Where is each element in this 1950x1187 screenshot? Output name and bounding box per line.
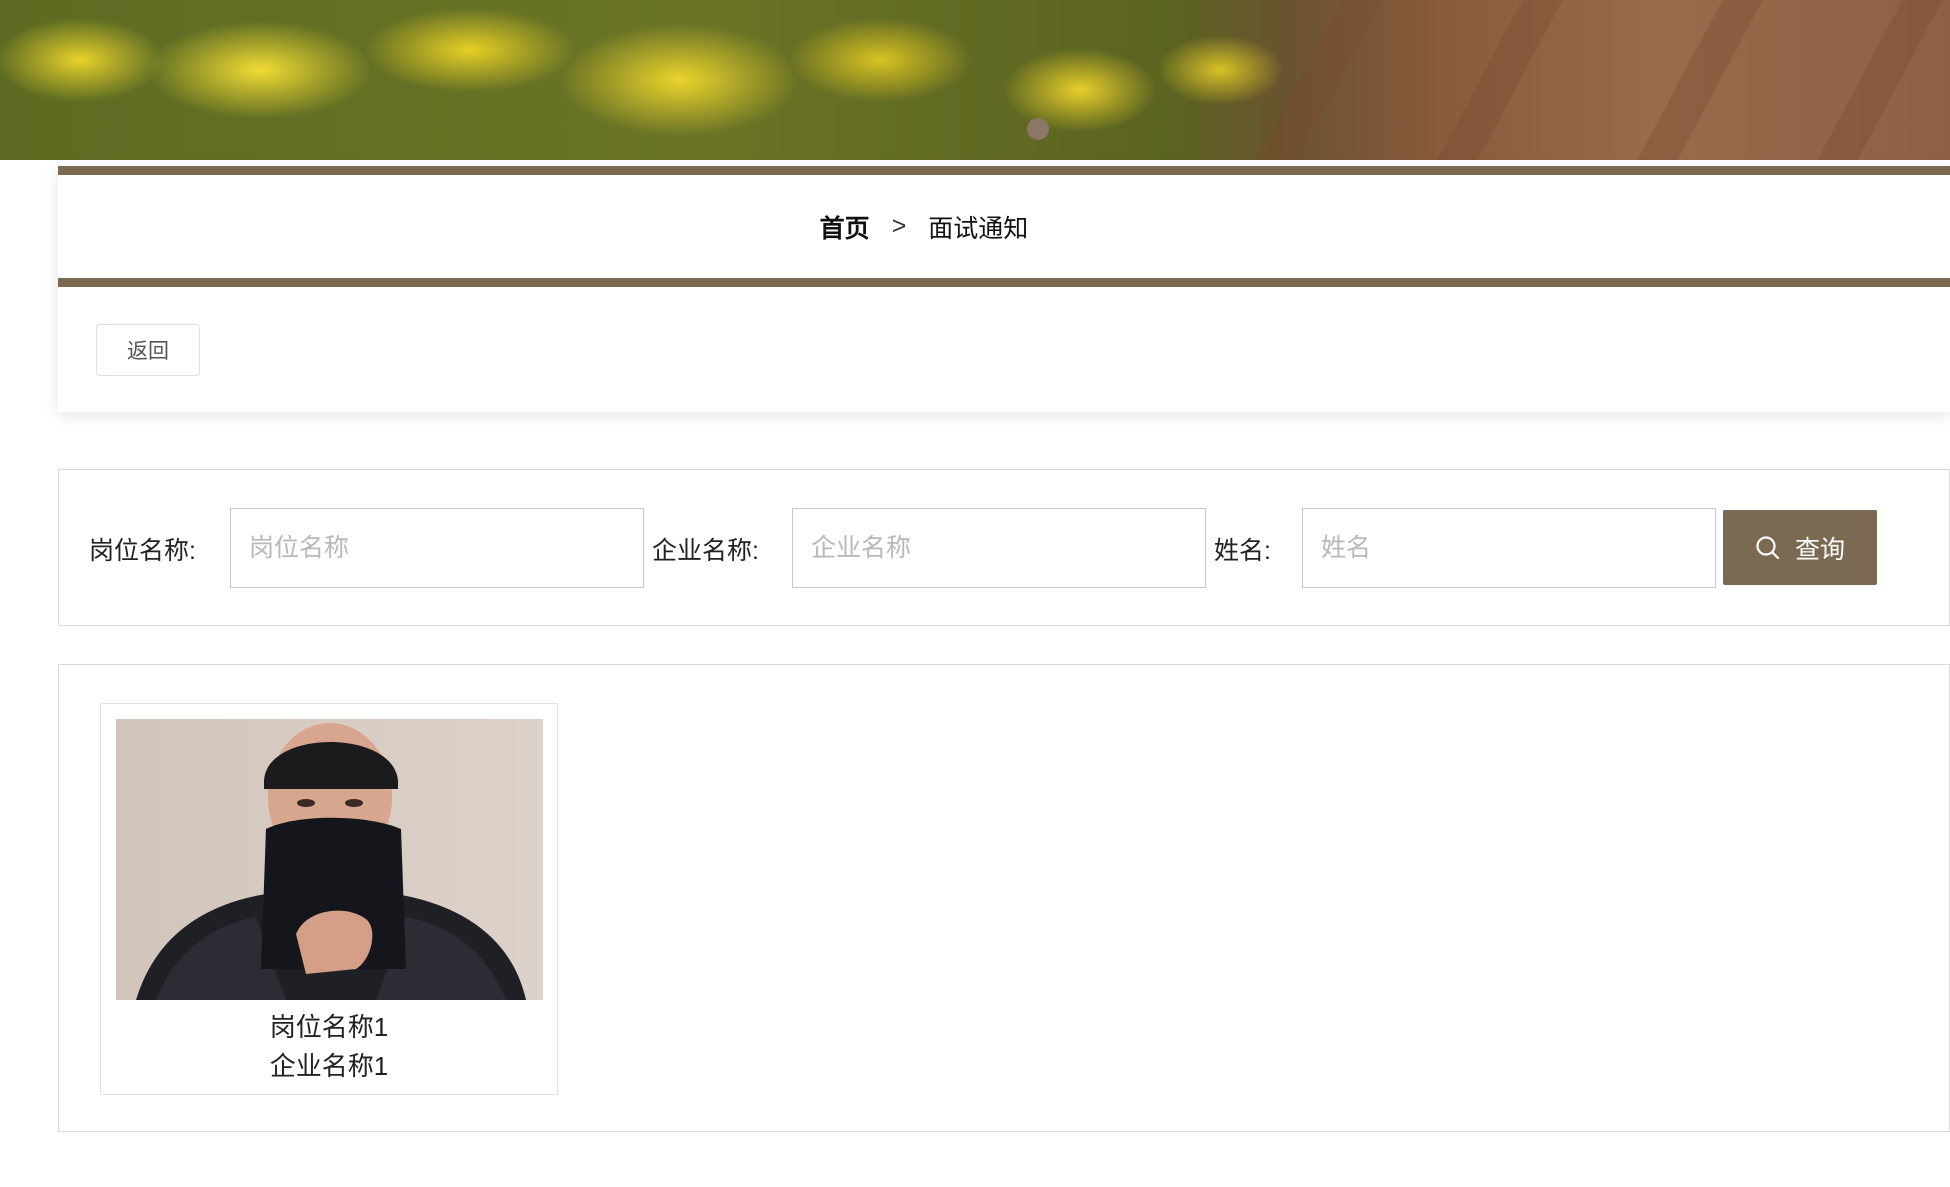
result-job-title: 岗位名称1 (269, 1012, 389, 1042)
banner-decor (1437, 0, 1563, 160)
company-name-label: 企业名称: (652, 536, 759, 565)
result-company: 企业名称1 (269, 1051, 389, 1081)
banner-decor (1637, 0, 1763, 160)
result-card[interactable]: 岗位名称1 企业名称1 (100, 703, 558, 1095)
person-name-input[interactable] (1302, 508, 1716, 588)
query-button-label: 查询 (1794, 535, 1845, 564)
breadcrumb-home[interactable]: 首页 (820, 209, 870, 245)
query-button[interactable]: 查询 (1723, 510, 1877, 585)
breadcrumb-panel: 首页 > 面试通知 返回 (58, 166, 1950, 412)
carousel-indicator[interactable] (1027, 118, 1049, 140)
breadcrumb: 首页 > 面试通知 (58, 166, 1950, 287)
candidate-photo (116, 719, 543, 1000)
banner-carousel (0, 0, 1950, 160)
company-name-input[interactable] (792, 508, 1206, 588)
job-name-label: 岗位名称: (89, 536, 196, 565)
person-name-label: 姓名: (1214, 536, 1271, 565)
breadcrumb-current: 面试通知 (928, 214, 1029, 243)
banner-decor (1817, 0, 1943, 160)
job-name-input[interactable] (230, 508, 644, 588)
back-button[interactable]: 返回 (96, 324, 200, 376)
results-panel: 岗位名称1 企业名称1 (58, 664, 1950, 1132)
banner-decor (1257, 0, 1383, 160)
search-icon (1755, 535, 1781, 561)
search-form: 岗位名称: 企业名称: 姓名: 查询 (58, 469, 1950, 626)
breadcrumb-separator: > (891, 212, 907, 240)
